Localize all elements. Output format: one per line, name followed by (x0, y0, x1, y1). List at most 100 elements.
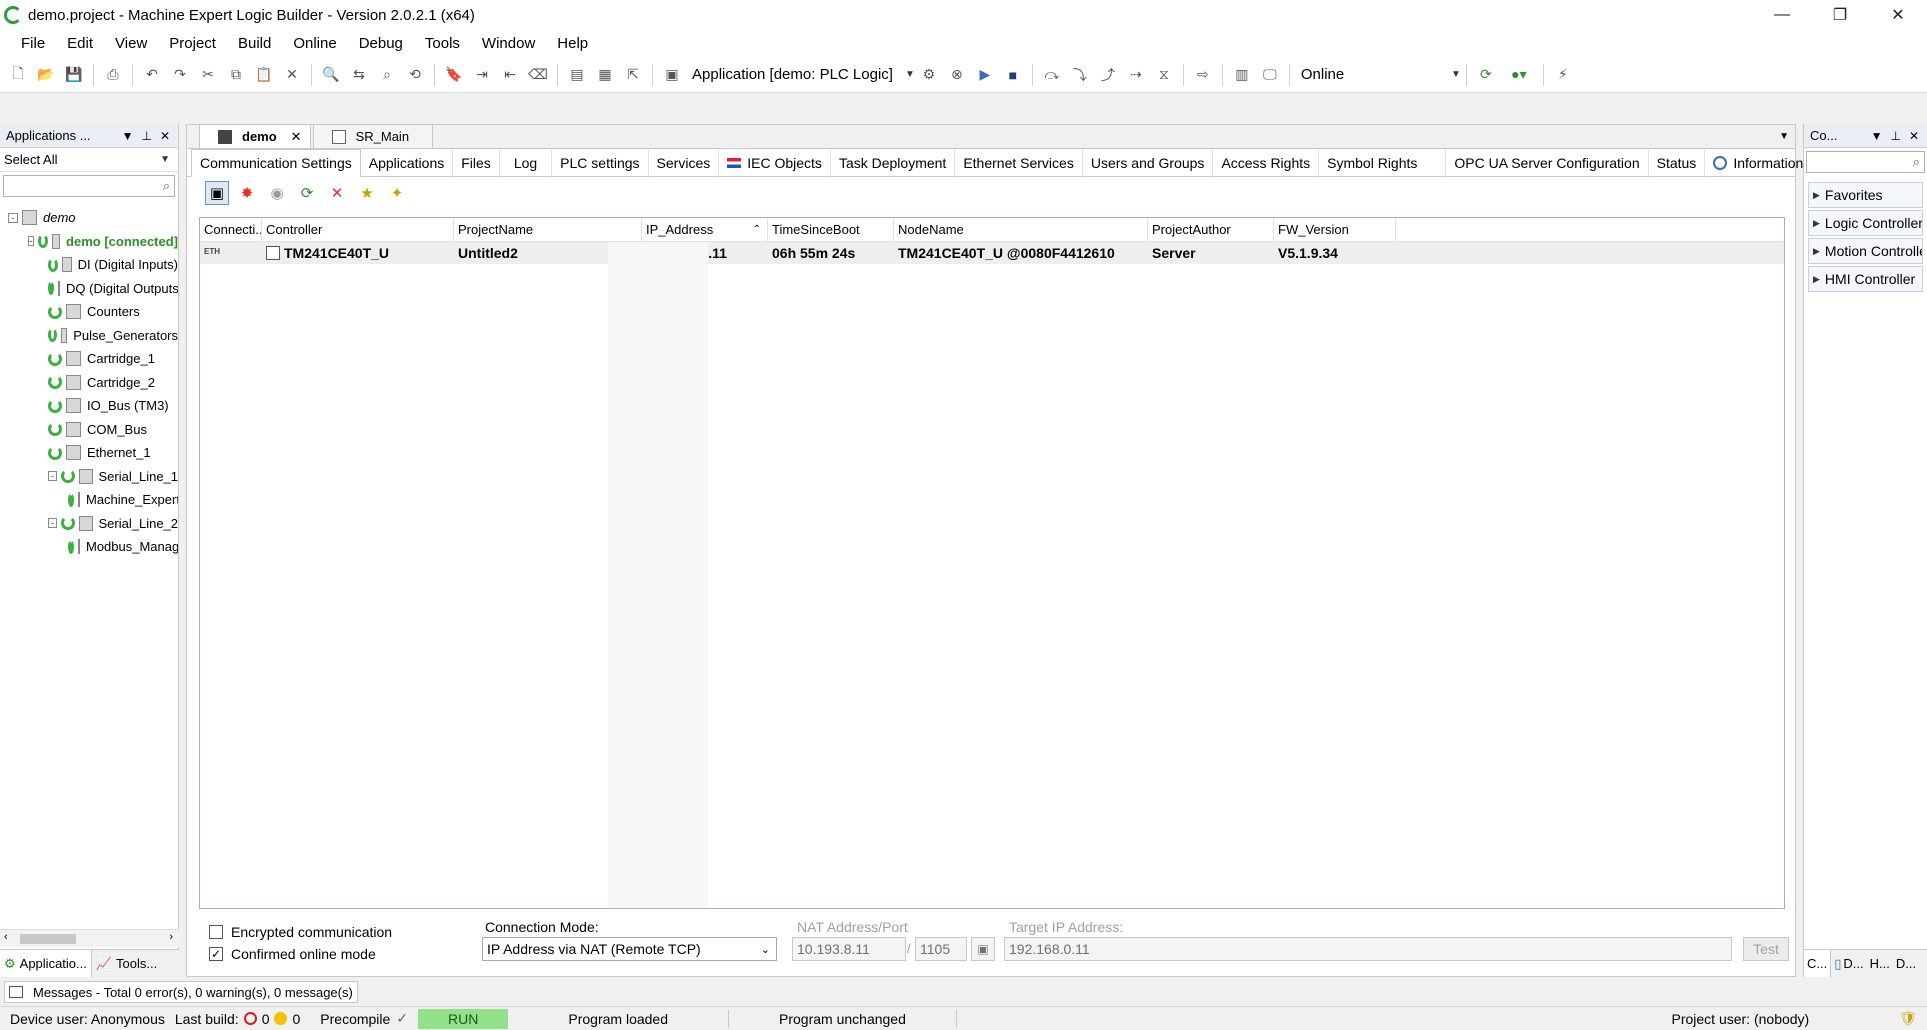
redo-icon[interactable]: ↷ (168, 63, 192, 87)
minimize-button[interactable]: — (1753, 0, 1811, 30)
close-icon[interactable]: ✕ (291, 129, 302, 145)
add-favorite-icon[interactable]: ★ (355, 181, 379, 205)
bookmark-icon[interactable]: 🔖 (442, 63, 466, 87)
tab-opc-ua-server-configuration[interactable]: OPC UA Server Configuration (1446, 148, 1649, 177)
tab-devices[interactable]: ▯ D... (1831, 950, 1866, 977)
open-folder-icon[interactable]: 📂 (34, 63, 58, 87)
tab-information[interactable]: Information (1705, 149, 1811, 177)
chevron-down-icon[interactable]: ▼ (1871, 129, 1883, 143)
tree-item[interactable]: - demo (0, 206, 178, 230)
menu-project[interactable]: Project (158, 35, 227, 52)
user-login-icon[interactable]: ●▾ (1502, 63, 1536, 87)
gateway-view-icon[interactable]: ▣ (205, 181, 229, 205)
catalog-item-favorites[interactable]: ▶ Favorites (1808, 182, 1923, 208)
tab-files[interactable]: Files (453, 148, 500, 177)
refresh-icon[interactable]: ⟳ (1474, 63, 1498, 87)
close-icon[interactable]: ✕ (1909, 129, 1919, 143)
remove-icon[interactable]: ✕ (325, 181, 349, 205)
clipboard-icon[interactable]: ▤ (565, 63, 589, 87)
menu-debug[interactable]: Debug (348, 35, 414, 52)
bookmark-clear-icon[interactable]: ⌫ (526, 63, 550, 87)
tree-item[interactable]: - Serial_Line_1 (0, 465, 178, 489)
menu-online[interactable]: Online (282, 35, 347, 52)
tab-applications[interactable]: ⚙ Applicatio... (0, 950, 92, 977)
tree-item[interactable]: Counters (0, 300, 178, 324)
login-icon[interactable]: ⚙ (917, 63, 941, 87)
tree-item[interactable]: Machine_Expert_Network_Manager (0, 488, 178, 512)
tree-item[interactable]: - Serial_Line_2 (0, 512, 178, 536)
connection-mode-select[interactable]: IP Address via NAT (Remote TCP) ⌄ (482, 937, 777, 961)
catalog-item-logic-controller[interactable]: ▶ Logic Controller (1808, 210, 1923, 236)
scroll-left-icon[interactable]: ‹ (4, 931, 8, 943)
delete-icon[interactable]: ✕ (280, 63, 304, 87)
nat-address-input[interactable]: 10.193.8.11 (792, 937, 906, 961)
tab-task-deployment[interactable]: Task Deployment (831, 148, 956, 177)
undo-icon[interactable]: ↶ (140, 63, 164, 87)
active-application-select[interactable]: Application [demo: PLC Logic] ▼ (686, 63, 915, 87)
build-icon[interactable]: ▣ (660, 63, 684, 87)
find-replace-icon[interactable]: ⇆ (347, 63, 371, 87)
tree-item[interactable]: DQ (Digital Outputs) (0, 277, 178, 301)
column-header-project-name[interactable]: ProjectName (454, 218, 642, 241)
nat-browse-button[interactable]: ▣ (971, 937, 995, 961)
menu-build[interactable]: Build (227, 35, 282, 52)
collapse-toggle-icon[interactable]: - (8, 212, 18, 223)
find-icon[interactable]: 🔍 (319, 63, 343, 87)
restore-button[interactable]: ❐ (1811, 0, 1869, 30)
tab-tools[interactable]: 📈 Tools... (92, 950, 161, 977)
tree-item[interactable]: Modbus_Manager (0, 535, 178, 559)
tab-iec-objects[interactable]: IEC Objects (719, 148, 831, 177)
tree-item[interactable]: Pulse_Generators (0, 324, 178, 348)
menu-help[interactable]: Help (546, 35, 599, 52)
scan-network-icon[interactable]: ✸ (235, 181, 259, 205)
filter-select[interactable]: Select All ▼ (0, 148, 178, 172)
gateway-icon[interactable]: ◉ (265, 181, 289, 205)
messages-tab[interactable]: Messages - Total 0 error(s), 0 warning(s… (4, 981, 358, 1003)
test-button[interactable]: Test (1743, 937, 1789, 961)
copy-icon[interactable]: ⧉ (224, 63, 248, 87)
start-icon[interactable]: ▶ (973, 63, 997, 87)
tab-ethernet-services[interactable]: Ethernet Services (955, 148, 1083, 177)
mode-select[interactable]: Online ▼ (1295, 63, 1461, 87)
simulation-icon[interactable]: ▥ (1230, 63, 1254, 87)
print-icon[interactable]: ⎙ (101, 63, 125, 87)
tab-diagnostics[interactable]: D... (1893, 950, 1919, 977)
tree-item[interactable]: COM_Bus (0, 418, 178, 442)
column-header-controller[interactable]: Controller (262, 218, 454, 241)
tab-hardware[interactable]: H... (1867, 950, 1893, 977)
confirmed-online-mode-option[interactable]: ✓ Confirmed online mode (209, 943, 376, 965)
close-button[interactable]: ✕ (1869, 0, 1927, 30)
stop-icon[interactable]: ■ (1001, 63, 1025, 87)
tree-item[interactable]: Cartridge_2 (0, 371, 178, 395)
pin-icon[interactable]: ⊥ (1890, 129, 1900, 143)
favorite-icon[interactable]: ✦ (385, 181, 409, 205)
catalog-item-motion-controller[interactable]: ▶ Motion Controller (1808, 238, 1923, 264)
tab-plc-settings[interactable]: PLC settings (552, 148, 649, 177)
new-file-icon[interactable]: 🗋 (6, 63, 30, 87)
tab-access-rights[interactable]: Access Rights (1213, 148, 1320, 177)
step-over-icon[interactable]: ⤼ (1040, 63, 1064, 87)
jump-icon[interactable]: ⇨ (1191, 63, 1215, 87)
encrypted-communication-checkbox[interactable] (209, 925, 223, 939)
collapse-toggle-icon[interactable]: - (48, 518, 58, 529)
column-header-node-name[interactable]: NodeName (894, 218, 1148, 241)
find-in-project-icon[interactable]: ⌕ (375, 63, 399, 87)
tree-item[interactable]: DI (Digital Inputs) (0, 253, 178, 277)
menu-view[interactable]: View (104, 35, 158, 52)
cut-icon[interactable]: ✂ (196, 63, 220, 87)
doc-tab-sr-main[interactable]: SR_Main (312, 124, 433, 148)
tab-log[interactable]: Log (500, 148, 553, 177)
tree-item[interactable]: IO_Bus (TM3) (0, 394, 178, 418)
tree-item[interactable]: Cartridge_1 (0, 347, 178, 371)
confirmed-online-mode-checkbox[interactable]: ✓ (209, 947, 223, 961)
tab-applications[interactable]: Applications (361, 148, 454, 177)
search-input[interactable]: ⌕ (3, 175, 175, 197)
shield-icon[interactable]: 🛡 (1889, 1007, 1927, 1030)
scroll-right-icon[interactable]: › (169, 931, 173, 943)
step-out-icon[interactable]: ⤴ (1096, 63, 1120, 87)
collapse-toggle-icon[interactable]: - (28, 236, 34, 247)
close-icon[interactable]: ✕ (160, 129, 170, 143)
table-dropdown-icon[interactable]: ▦ (593, 63, 617, 87)
monitor-icon[interactable]: 🖵 (1258, 63, 1282, 87)
refresh-icon[interactable]: ⟳ (295, 181, 319, 205)
